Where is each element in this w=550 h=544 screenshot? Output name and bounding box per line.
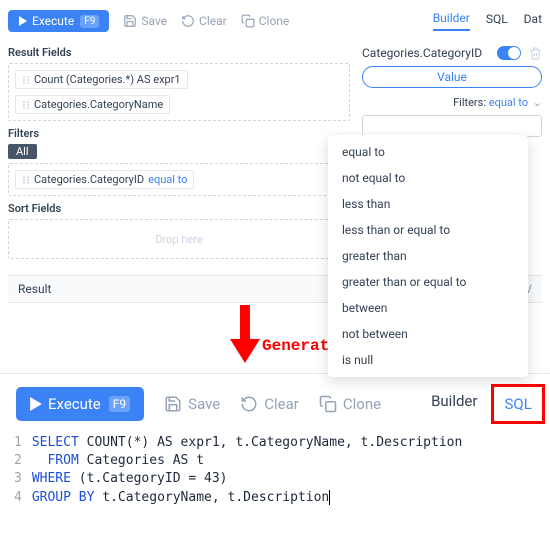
value-button[interactable]: Value bbox=[362, 66, 542, 88]
operator-select[interactable]: equal to bbox=[489, 96, 531, 109]
tab-builder[interactable]: Builder bbox=[421, 384, 487, 424]
dropdown-item[interactable]: not equal to bbox=[328, 165, 528, 191]
dropdown-item[interactable]: less than or equal to bbox=[328, 217, 528, 243]
view-tabs-top: Builder SQL Dat bbox=[433, 11, 542, 31]
filters-sub-label: Filters: bbox=[453, 96, 486, 109]
save-label: Save bbox=[188, 395, 220, 413]
sql-code: SELECT COUNT(*) AS expr1, t.CategoryName… bbox=[32, 434, 462, 507]
execute-button[interactable]: Execute F9 bbox=[8, 10, 109, 32]
text-cursor bbox=[329, 490, 330, 505]
chevron-down-icon: ⌄ bbox=[533, 96, 542, 109]
dropdown-item[interactable]: not between bbox=[328, 321, 528, 347]
clone-button[interactable]: Clone bbox=[241, 14, 290, 28]
chip-text: Categories.CategoryName bbox=[34, 98, 163, 111]
dropdown-item[interactable]: equal to bbox=[328, 139, 528, 165]
tab-dat[interactable]: Dat bbox=[524, 12, 542, 30]
result-field-chip[interactable]: Categories.CategoryName bbox=[15, 95, 170, 114]
filter-value-input[interactable] bbox=[362, 115, 542, 137]
drag-handle-icon bbox=[22, 100, 30, 110]
dropdown-item[interactable]: greater than bbox=[328, 243, 528, 269]
chip-text: Count (Categories.*) AS expr1 bbox=[34, 73, 181, 86]
filter-chip[interactable]: Categories.CategoryID equal to bbox=[15, 170, 194, 189]
dropdown-item[interactable]: between bbox=[328, 295, 528, 321]
line-gutter: 1 2 3 4 bbox=[0, 434, 32, 507]
clone-button[interactable]: Clone bbox=[319, 395, 381, 413]
play-icon bbox=[18, 16, 28, 26]
view-tabs-bottom: Builder SQL bbox=[421, 384, 545, 424]
execute-keyhint: F9 bbox=[80, 15, 99, 28]
arrow-down-icon bbox=[228, 305, 262, 365]
execute-label: Execute bbox=[32, 14, 74, 28]
clear-button[interactable]: Clear bbox=[240, 395, 299, 413]
clear-button[interactable]: Clear bbox=[181, 14, 227, 28]
result-fields-label: Result Fields bbox=[8, 46, 350, 59]
operator-dropdown: equal to not equal to less than less tha… bbox=[328, 135, 528, 377]
play-icon bbox=[30, 397, 42, 411]
dropdown-item[interactable]: less than bbox=[328, 191, 528, 217]
sql-editor[interactable]: 1 2 3 4 SELECT COUNT(*) AS expr1, t.Cate… bbox=[0, 434, 550, 515]
clear-label: Clear bbox=[199, 14, 227, 28]
clear-label: Clear bbox=[264, 395, 299, 413]
clone-icon bbox=[319, 395, 337, 413]
clone-icon bbox=[241, 14, 255, 28]
save-label: Save bbox=[141, 14, 167, 28]
tab-sql[interactable]: SQL bbox=[491, 384, 544, 424]
clear-icon bbox=[240, 395, 258, 413]
save-icon bbox=[123, 14, 137, 28]
filters-label: Filters bbox=[8, 127, 350, 140]
result-label: Result bbox=[18, 282, 51, 296]
builder-left-column: Result Fields Count (Categories.*) AS ex… bbox=[8, 40, 350, 259]
field-name-label: Categories.CategoryID bbox=[362, 46, 482, 60]
bottom-toolbar: Execute F9 Save Clear Clone Builder SQL bbox=[0, 374, 550, 434]
filters-all-pill[interactable]: All bbox=[8, 144, 37, 159]
execute-keyhint: F9 bbox=[109, 396, 130, 412]
filters-drop[interactable]: Categories.CategoryID equal to bbox=[8, 163, 350, 196]
execute-button[interactable]: Execute F9 bbox=[16, 387, 144, 421]
filter-chip-op[interactable]: equal to bbox=[148, 173, 187, 186]
save-icon bbox=[164, 395, 182, 413]
sql-panel: Execute F9 Save Clear Clone Builder SQL … bbox=[0, 373, 550, 515]
field-properties-panel: Categories.CategoryID Value Filters: equ… bbox=[362, 40, 542, 137]
save-button[interactable]: Save bbox=[123, 14, 167, 28]
drag-handle-icon bbox=[22, 175, 30, 185]
trash-icon[interactable] bbox=[529, 47, 542, 60]
result-field-chip[interactable]: Count (Categories.*) AS expr1 bbox=[15, 70, 188, 89]
field-toggle[interactable] bbox=[497, 46, 521, 60]
clone-label: Clone bbox=[343, 395, 381, 413]
tab-builder[interactable]: Builder bbox=[433, 11, 470, 31]
filter-chip-field: Categories.CategoryID bbox=[34, 173, 144, 186]
clear-icon bbox=[181, 14, 195, 28]
clone-label: Clone bbox=[259, 14, 290, 28]
tab-sql[interactable]: SQL bbox=[486, 12, 508, 30]
sort-placeholder: Drop here bbox=[155, 233, 202, 246]
sort-fields-label: Sort Fields bbox=[8, 202, 350, 215]
drag-handle-icon bbox=[22, 75, 30, 85]
dropdown-item[interactable]: greater than or equal to bbox=[328, 269, 528, 295]
dropdown-item[interactable]: is null bbox=[328, 347, 528, 373]
result-fields-drop[interactable]: Count (Categories.*) AS expr1 Categories… bbox=[8, 63, 350, 121]
execute-label: Execute bbox=[48, 395, 101, 413]
save-button[interactable]: Save bbox=[164, 395, 220, 413]
top-toolbar: Execute F9 Save Clear Clone Builder SQL … bbox=[8, 6, 542, 40]
sort-fields-drop[interactable]: Drop here bbox=[8, 219, 350, 259]
